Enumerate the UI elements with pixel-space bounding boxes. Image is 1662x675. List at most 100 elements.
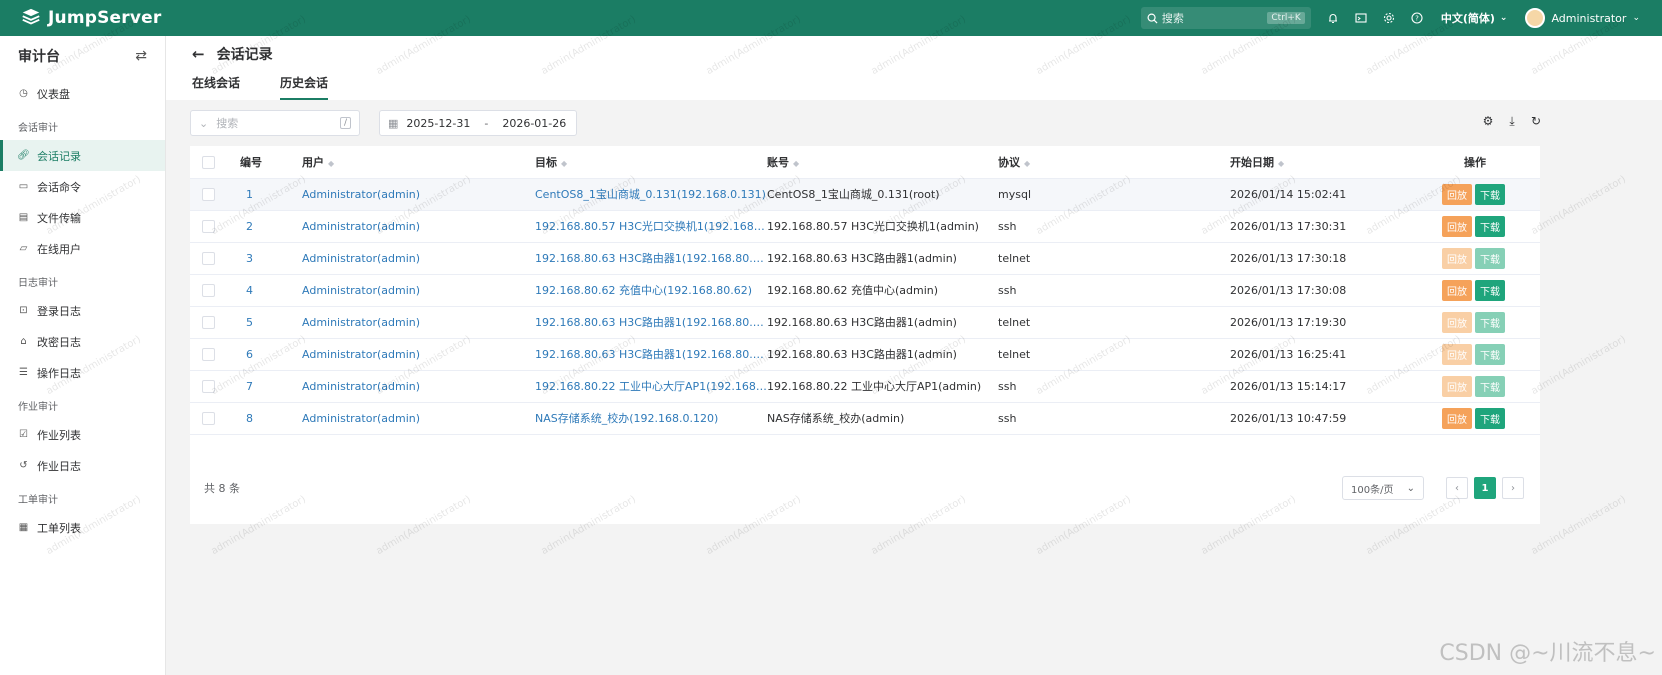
sidebar-item-label: 会话命令 <box>37 180 81 194</box>
sidebar-item-login-log[interactable]: ⊡ 登录日志 <box>0 295 165 326</box>
protocol-cell: telnet <box>998 306 1230 339</box>
replay-button[interactable]: 回放 <box>1442 375 1472 397</box>
select-all-checkbox[interactable] <box>202 155 215 169</box>
replay-button[interactable]: 回放 <box>1442 279 1472 301</box>
row-checkbox[interactable] <box>202 219 215 233</box>
tab-online-sessions[interactable]: 在线会话 <box>192 72 240 100</box>
app-logo[interactable]: JumpServer <box>0 7 175 29</box>
sort-icon[interactable]: ◆ <box>1278 159 1284 168</box>
sidebar-title: 审计台 <box>18 49 60 65</box>
row-checkbox[interactable] <box>202 347 215 361</box>
start-date-cell: 2026/01/13 10:47:59 <box>1230 402 1410 435</box>
sidebar-item-job-list[interactable]: ☑ 作业列表 <box>0 419 165 450</box>
replay-button[interactable]: 回放 <box>1442 311 1472 333</box>
download-button[interactable]: 下载 <box>1475 375 1505 397</box>
target-link[interactable]: 192.168.80.22 工业中心大厅AP1(192.168.... <box>535 370 767 403</box>
avatar <box>1525 8 1546 28</box>
row-checkbox[interactable] <box>202 315 215 329</box>
download-button[interactable]: 下载 <box>1475 311 1505 333</box>
column-header-user[interactable]: 用户 ◆ <box>302 146 535 179</box>
prev-page-button[interactable]: ‹ <box>1446 477 1468 499</box>
sort-icon[interactable]: ◆ <box>561 159 567 168</box>
sidebar-item-ticket-list[interactable]: ▦ 工单列表 <box>0 512 165 543</box>
page-size-select[interactable]: 100条/页 ⌄ <box>1342 476 1424 500</box>
replay-button[interactable]: 回放 <box>1442 183 1472 205</box>
target-link[interactable]: 192.168.80.63 H3C路由器1(192.168.80.63) <box>535 242 767 275</box>
sidebar-item-password-change-log[interactable]: ⌂ 改密日志 <box>0 326 165 357</box>
settings-gear-icon[interactable] <box>1375 0 1403 36</box>
sidebar-item-session-records[interactable]: 🔗︎ 会话记录 <box>0 140 165 171</box>
column-header-target[interactable]: 目标 ◆ <box>535 146 767 179</box>
language-selector[interactable]: 中文(简体) ⌄ <box>1441 10 1508 26</box>
target-link[interactable]: CentOS8_1宝山商城_0.131(192.168.0.131) <box>535 178 767 211</box>
user-link[interactable]: Administrator(admin) <box>302 370 535 403</box>
row-id: 3 <box>240 242 302 275</box>
protocol-cell: ssh <box>998 274 1230 307</box>
sidebar-item-dashboard[interactable]: ◷ 仪表盘 <box>0 78 165 109</box>
sidebar-item-operation-log[interactable]: ☰ 操作日志 <box>0 357 165 388</box>
row-checkbox[interactable] <box>202 187 215 201</box>
row-checkbox[interactable] <box>202 251 215 265</box>
sidebar-item-file-transfer[interactable]: ▤ 文件传输 <box>0 202 165 233</box>
terminal-icon[interactable] <box>1347 0 1375 36</box>
global-search[interactable]: 搜索 Ctrl+K <box>1140 7 1311 29</box>
sidebar-item-label: 仪表盘 <box>37 87 70 101</box>
sort-icon[interactable]: ◆ <box>328 159 334 168</box>
start-date-cell: 2026/01/13 17:30:18 <box>1230 242 1410 275</box>
target-link[interactable]: 192.168.80.62 充值中心(192.168.80.62) <box>535 274 767 307</box>
refresh-icon[interactable]: ↻ <box>1524 114 1548 129</box>
sessions-card: ⌄ 搜索 / ▦ 2025-12-31 - 2026-01-26 ⚙ ⤓ ↻ 编… <box>190 110 1541 524</box>
date-range-picker[interactable]: ▦ 2025-12-31 - 2026-01-26 <box>379 110 577 136</box>
sort-icon[interactable]: ◆ <box>1024 159 1030 168</box>
user-link[interactable]: Administrator(admin) <box>302 274 535 307</box>
target-link[interactable]: 192.168.80.63 H3C路由器1(192.168.80.63) <box>535 338 767 371</box>
row-checkbox[interactable] <box>202 411 215 425</box>
switch-view-icon[interactable]: ⇄ <box>135 48 147 64</box>
table-row: 4 Administrator(admin) 192.168.80.62 充值中心(… <box>190 274 1540 307</box>
replay-button[interactable]: 回放 <box>1442 247 1472 269</box>
replay-button[interactable]: 回放 <box>1442 215 1472 237</box>
user-menu[interactable]: Administrator ⌄ <box>1525 8 1640 28</box>
target-link[interactable]: NAS存储系统_校办(192.168.0.120) <box>535 402 767 435</box>
user-link[interactable]: Administrator(admin) <box>302 402 535 435</box>
download-button[interactable]: 下载 <box>1475 215 1505 237</box>
notification-bell-icon[interactable] <box>1319 0 1347 36</box>
column-header-id: 编号 <box>240 146 302 179</box>
replay-button[interactable]: 回放 <box>1442 343 1472 365</box>
user-link[interactable]: Administrator(admin) <box>302 338 535 371</box>
target-link[interactable]: 192.168.80.63 H3C路由器1(192.168.80.63) <box>535 306 767 339</box>
next-page-button[interactable]: › <box>1502 477 1524 499</box>
download-button[interactable]: 下载 <box>1475 343 1505 365</box>
target-link[interactable]: 192.168.80.57 H3C光口交换机1(192.168.8... <box>535 210 767 243</box>
replay-button[interactable]: 回放 <box>1442 407 1472 429</box>
sort-icon[interactable]: ◆ <box>793 159 799 168</box>
user-link[interactable]: Administrator(admin) <box>302 210 535 243</box>
search-filter-input[interactable]: ⌄ 搜索 / <box>190 110 360 136</box>
download-button[interactable]: 下载 <box>1475 279 1505 301</box>
download-button[interactable]: 下载 <box>1475 183 1505 205</box>
column-header-start-date[interactable]: 开始日期 ◆ <box>1230 146 1410 179</box>
actions-cell: 回放 下载 <box>1410 306 1540 339</box>
chevron-down-icon: ⌄ <box>199 116 209 130</box>
user-link[interactable]: Administrator(admin) <box>302 242 535 275</box>
row-checkbox[interactable] <box>202 379 215 393</box>
back-arrow-icon[interactable]: ← <box>192 45 205 63</box>
column-header-protocol[interactable]: 协议 ◆ <box>998 146 1230 179</box>
row-checkbox[interactable] <box>202 283 215 297</box>
sidebar-item-job-log[interactable]: ↺ 作业日志 <box>0 450 165 481</box>
start-date-cell: 2026/01/13 16:25:41 <box>1230 338 1410 371</box>
protocol-cell: telnet <box>998 338 1230 371</box>
top-bar: JumpServer 搜索 Ctrl+K ? 中文(简体) ⌄ Administ… <box>0 0 1662 36</box>
user-link[interactable]: Administrator(admin) <box>302 306 535 339</box>
sidebar-item-online-users[interactable]: ▱ 在线用户 <box>0 233 165 264</box>
settings-gear-icon[interactable]: ⚙ <box>1476 114 1500 129</box>
column-header-account[interactable]: 账号 ◆ <box>767 146 998 179</box>
help-icon[interactable]: ? <box>1403 0 1431 36</box>
download-button[interactable]: 下载 <box>1475 407 1505 429</box>
tab-history-sessions[interactable]: 历史会话 <box>280 72 329 100</box>
page-number-button[interactable]: 1 <box>1474 477 1496 499</box>
download-button[interactable]: 下载 <box>1475 247 1505 269</box>
export-download-icon[interactable]: ⤓ <box>1500 114 1524 129</box>
sidebar-item-session-commands[interactable]: ▭ 会话命令 <box>0 171 165 202</box>
user-link[interactable]: Administrator(admin) <box>302 178 535 211</box>
